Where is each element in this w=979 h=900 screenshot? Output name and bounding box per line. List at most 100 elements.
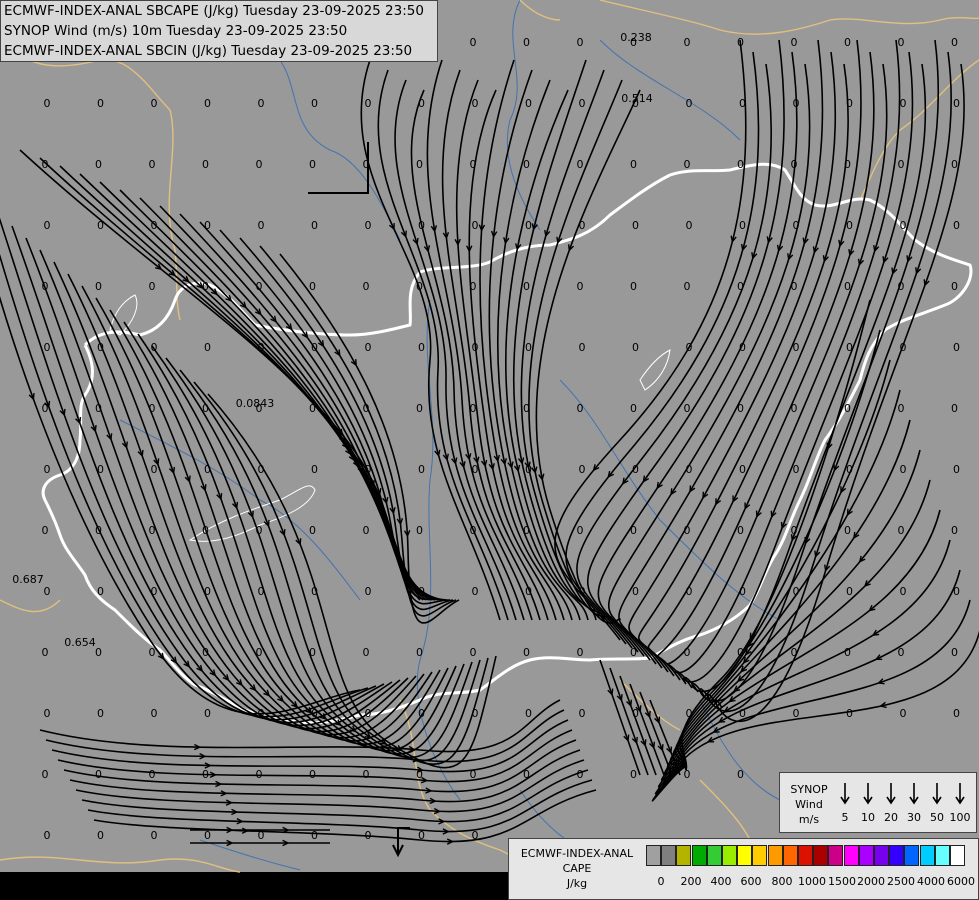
value-label: 0 [472,341,479,354]
cape-color-swatch [767,845,783,866]
value-label: 0 [846,585,853,598]
value-label: 0 [793,707,800,720]
value-label: 0 [684,158,691,171]
value-label: 0 [151,219,158,232]
cape-color-swatch [919,845,935,866]
value-label-special: 0.687 [12,573,44,586]
value-label: 0 [204,341,211,354]
value-label: 0 [686,585,693,598]
value-label: 0 [739,219,746,232]
map-view[interactable]: 0 0 0 0 0 0 0 0 0 0 0 0 0 0 0 0 0 0 0 0 0 0 0 0 0 0 0 0 0 0 0 0 0 0 0 0 0 0 0 0… [0,0,979,900]
value-label: 0 [953,341,960,354]
value-label: 0 [44,341,51,354]
value-label: 0 [416,402,423,415]
value-label: 0 [151,341,158,354]
cape-color-swatch [752,845,768,866]
value-label: 0 [953,585,960,598]
value-label: 0 [363,402,370,415]
value-label: 0 [737,646,744,659]
value-label: 0 [951,158,958,171]
value-label: 0 [684,646,691,659]
value-label: 0 [418,341,425,354]
value-label: 0 [97,585,104,598]
value-label: 0 [149,280,156,293]
value-label: 0 [951,646,958,659]
value-label: 0 [525,707,532,720]
value-label: 0 [365,97,372,110]
value-label: 0 [44,707,51,720]
value-label: 0 [739,341,746,354]
value-label: 0 [898,524,905,537]
value-label: 0 [204,707,211,720]
value-label: 0 [256,768,263,781]
value-label: 0 [523,280,530,293]
value-label: 0 [791,524,798,537]
value-label: 0 [900,707,907,720]
value-label: 0 [900,341,907,354]
value-label-special: 0.514 [621,92,653,105]
value-label: 0 [363,280,370,293]
value-label: 0 [472,463,479,476]
value-label: 0 [793,97,800,110]
value-label: 0 [577,646,584,659]
title-line-wind: SYNOP Wind (m/s) 10m Tuesday 23-09-2025 … [4,23,348,39]
cape-color-swatch [661,845,677,866]
synop-wind-legend: SYNOP Wind m/s 5 10 20 30 50 100 [779,772,977,833]
value-label: 0 [791,402,798,415]
value-label: 0 [737,36,744,49]
cape-color-swatch [737,845,753,866]
value-label: 0 [311,463,318,476]
value-label: 0 [97,463,104,476]
value-label: 0 [523,524,530,537]
value-label: 0 [846,707,853,720]
value-label: 0 [418,707,425,720]
value-label: 0 [791,646,798,659]
cape-color-swatch [813,845,829,866]
value-label: 0 [739,707,746,720]
value-label: 0 [525,585,532,598]
value-label: 0 [737,524,744,537]
value-label: 0 [95,280,102,293]
cape-tick-label: 400 [710,875,732,888]
value-label-special: 0.238 [620,31,652,44]
value-label: 0 [525,219,532,232]
value-label: 0 [418,97,425,110]
wind-arrow-icon [863,783,873,805]
value-label: 0 [258,341,265,354]
value-label: 0 [579,707,586,720]
value-label: 0 [365,341,372,354]
value-label: 0 [95,768,102,781]
value-label: 0 [204,463,211,476]
value-label: 0 [309,768,316,781]
cape-tick-label: 0 [657,875,665,888]
value-label: 0 [472,829,479,842]
value-label: 0 [472,707,479,720]
value-label: 0 [579,219,586,232]
cape-color-swatch [722,845,737,866]
value-label: 0 [739,97,746,110]
value-label: 0 [416,280,423,293]
value-label: 0 [311,341,318,354]
value-label: 0 [844,36,851,49]
value-label: 0 [632,219,639,232]
value-label: 0 [97,707,104,720]
cape-color-swatch [706,845,722,866]
value-label: 0 [204,97,211,110]
cape-tick-label: 4000 [917,875,945,888]
value-label: 0 [523,768,530,781]
value-label: 0 [630,158,637,171]
value-label: 0 [470,280,477,293]
value-label: 0 [791,280,798,293]
value-label: 0 [951,280,958,293]
value-label: 0 [953,219,960,232]
value-label: 0 [579,463,586,476]
map-canvas[interactable]: 0 0 0 0 0 0 0 0 0 0 0 0 0 0 0 0 0 0 0 0 0 0 0 0 0 0 0 0 0 0 0 0 0 0 0 0 0 0 0 0… [0,0,979,900]
value-label: 0 [472,219,479,232]
cape-legend-title: ECMWF-INDEX-ANAL CAPE J/kg [513,846,641,891]
value-label: 0 [202,524,209,537]
value-label: 0 [470,402,477,415]
value-label: 0 [630,402,637,415]
value-label: 0 [44,585,51,598]
value-label: 0 [577,36,584,49]
value-label: 0 [151,707,158,720]
